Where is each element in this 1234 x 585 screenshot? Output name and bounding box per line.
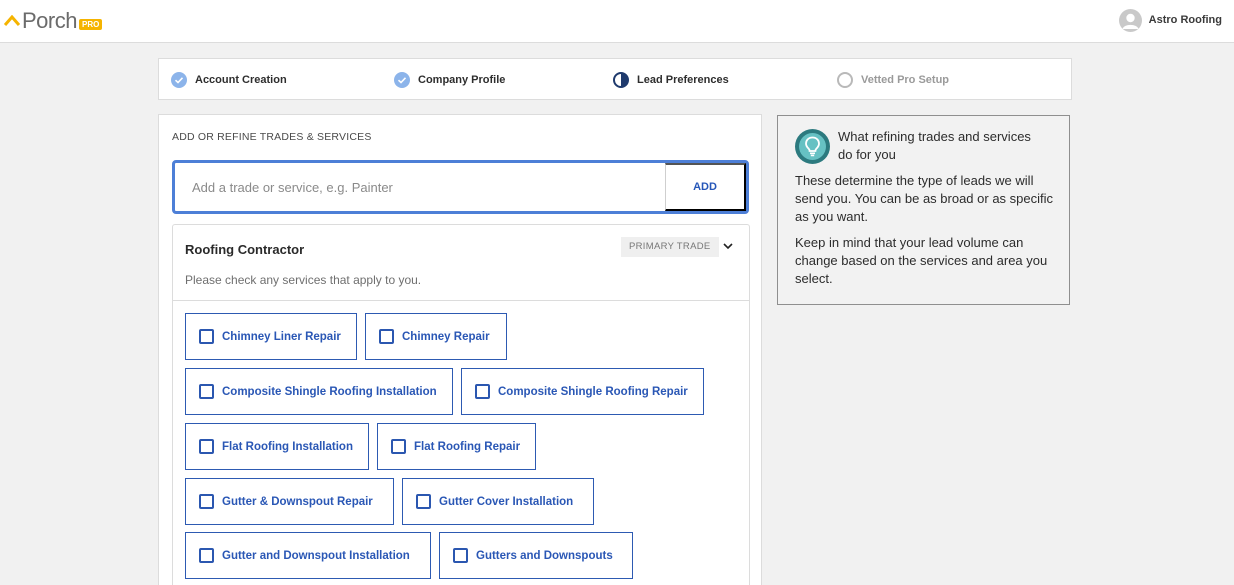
checkbox[interactable] <box>416 494 431 509</box>
add-button[interactable]: ADD <box>665 163 746 211</box>
checkbox[interactable] <box>199 439 214 454</box>
service-label: Gutters and Downspouts <box>476 549 613 562</box>
checkbox[interactable] <box>379 329 394 344</box>
user-avatar-icon <box>1118 8 1142 32</box>
service-option[interactable]: Gutter & Downspout Repair <box>185 478 394 525</box>
service-option[interactable]: Flat Roofing Repair <box>377 423 536 470</box>
step-label: Account Creation <box>195 74 287 86</box>
service-label: Gutter and Downspout Installation <box>222 549 410 562</box>
step-label: Company Profile <box>418 74 506 86</box>
checkbox[interactable] <box>199 329 214 344</box>
trade-name: Roofing Contractor <box>185 242 305 257</box>
step-label: Vetted Pro Setup <box>861 74 950 86</box>
trade-card-roofing: Roofing Contractor PRIMARY TRADE Please … <box>172 224 750 585</box>
half-circle-progress-icon <box>613 72 629 88</box>
step-lead-preferences[interactable]: Lead Preferences <box>613 71 729 89</box>
logo-text: Porch <box>22 8 77 33</box>
step-account-creation[interactable]: Account Creation <box>171 71 287 89</box>
trades-services-card: ADD OR REFINE TRADES & SERVICES ADD Roof… <box>158 114 762 585</box>
check-circle-icon <box>394 72 410 88</box>
roof-logo-icon <box>4 15 20 26</box>
service-option[interactable]: Flat Roofing Installation <box>185 423 369 470</box>
trade-instructions: Please check any services that apply to … <box>185 273 422 287</box>
service-label: Composite Shingle Roofing Repair <box>498 385 688 398</box>
info-paragraph: Keep in mind that your lead volume can c… <box>795 235 1048 286</box>
service-option[interactable]: Gutter Cover Installation <box>402 478 594 525</box>
divider <box>173 300 749 301</box>
step-company-profile[interactable]: Company Profile <box>394 71 505 89</box>
step-vetted-pro-setup[interactable]: Vetted Pro Setup <box>837 71 949 89</box>
onboarding-stepper: Account Creation Company Profile Lead Pr… <box>158 58 1072 100</box>
info-title: What refining trades and services do for… <box>838 129 1031 162</box>
primary-trade-badge: PRIMARY TRADE <box>621 237 719 257</box>
checkbox[interactable] <box>199 384 214 399</box>
section-title: ADD OR REFINE TRADES & SERVICES <box>172 131 372 143</box>
empty-circle-icon <box>837 72 853 88</box>
checkbox[interactable] <box>199 494 214 509</box>
lightbulb-icon <box>795 129 830 164</box>
porch-pro-logo[interactable]: Porch PRO <box>4 8 103 34</box>
check-circle-icon <box>171 72 187 88</box>
service-option[interactable]: Chimney Liner Repair <box>185 313 357 360</box>
service-label: Composite Shingle Roofing Installation <box>222 385 437 398</box>
checkbox[interactable] <box>391 439 406 454</box>
info-paragraph: These determine the type of leads we wil… <box>795 173 1054 224</box>
add-trade-form: ADD <box>172 160 749 214</box>
logo-pro-badge: PRO <box>78 18 103 30</box>
service-option[interactable]: Composite Shingle Roofing Repair <box>461 368 704 415</box>
chevron-down-icon[interactable] <box>721 239 735 253</box>
user-menu[interactable]: Astro Roofing <box>1118 8 1222 32</box>
service-label: Chimney Liner Repair <box>222 330 341 343</box>
trade-search-input[interactable] <box>175 163 665 211</box>
service-option[interactable]: Gutters and Downspouts <box>439 532 633 579</box>
service-option[interactable]: Composite Shingle Roofing Installation <box>185 368 453 415</box>
service-label: Gutter Cover Installation <box>439 495 574 508</box>
step-label: Lead Preferences <box>637 74 729 86</box>
service-option[interactable]: Chimney Repair <box>365 313 507 360</box>
service-label: Chimney Repair <box>402 330 490 343</box>
top-bar: Porch PRO Astro Roofing <box>0 0 1234 43</box>
user-name: Astro Roofing <box>1148 14 1222 26</box>
checkbox[interactable] <box>199 548 214 563</box>
checkbox[interactable] <box>475 384 490 399</box>
checkbox[interactable] <box>453 548 468 563</box>
service-option[interactable]: Gutter and Downspout Installation <box>185 532 431 579</box>
service-label: Flat Roofing Installation <box>222 440 353 453</box>
info-panel: What refining trades and services do for… <box>777 115 1070 305</box>
service-label: Flat Roofing Repair <box>414 440 521 453</box>
service-label: Gutter & Downspout Repair <box>222 495 373 508</box>
